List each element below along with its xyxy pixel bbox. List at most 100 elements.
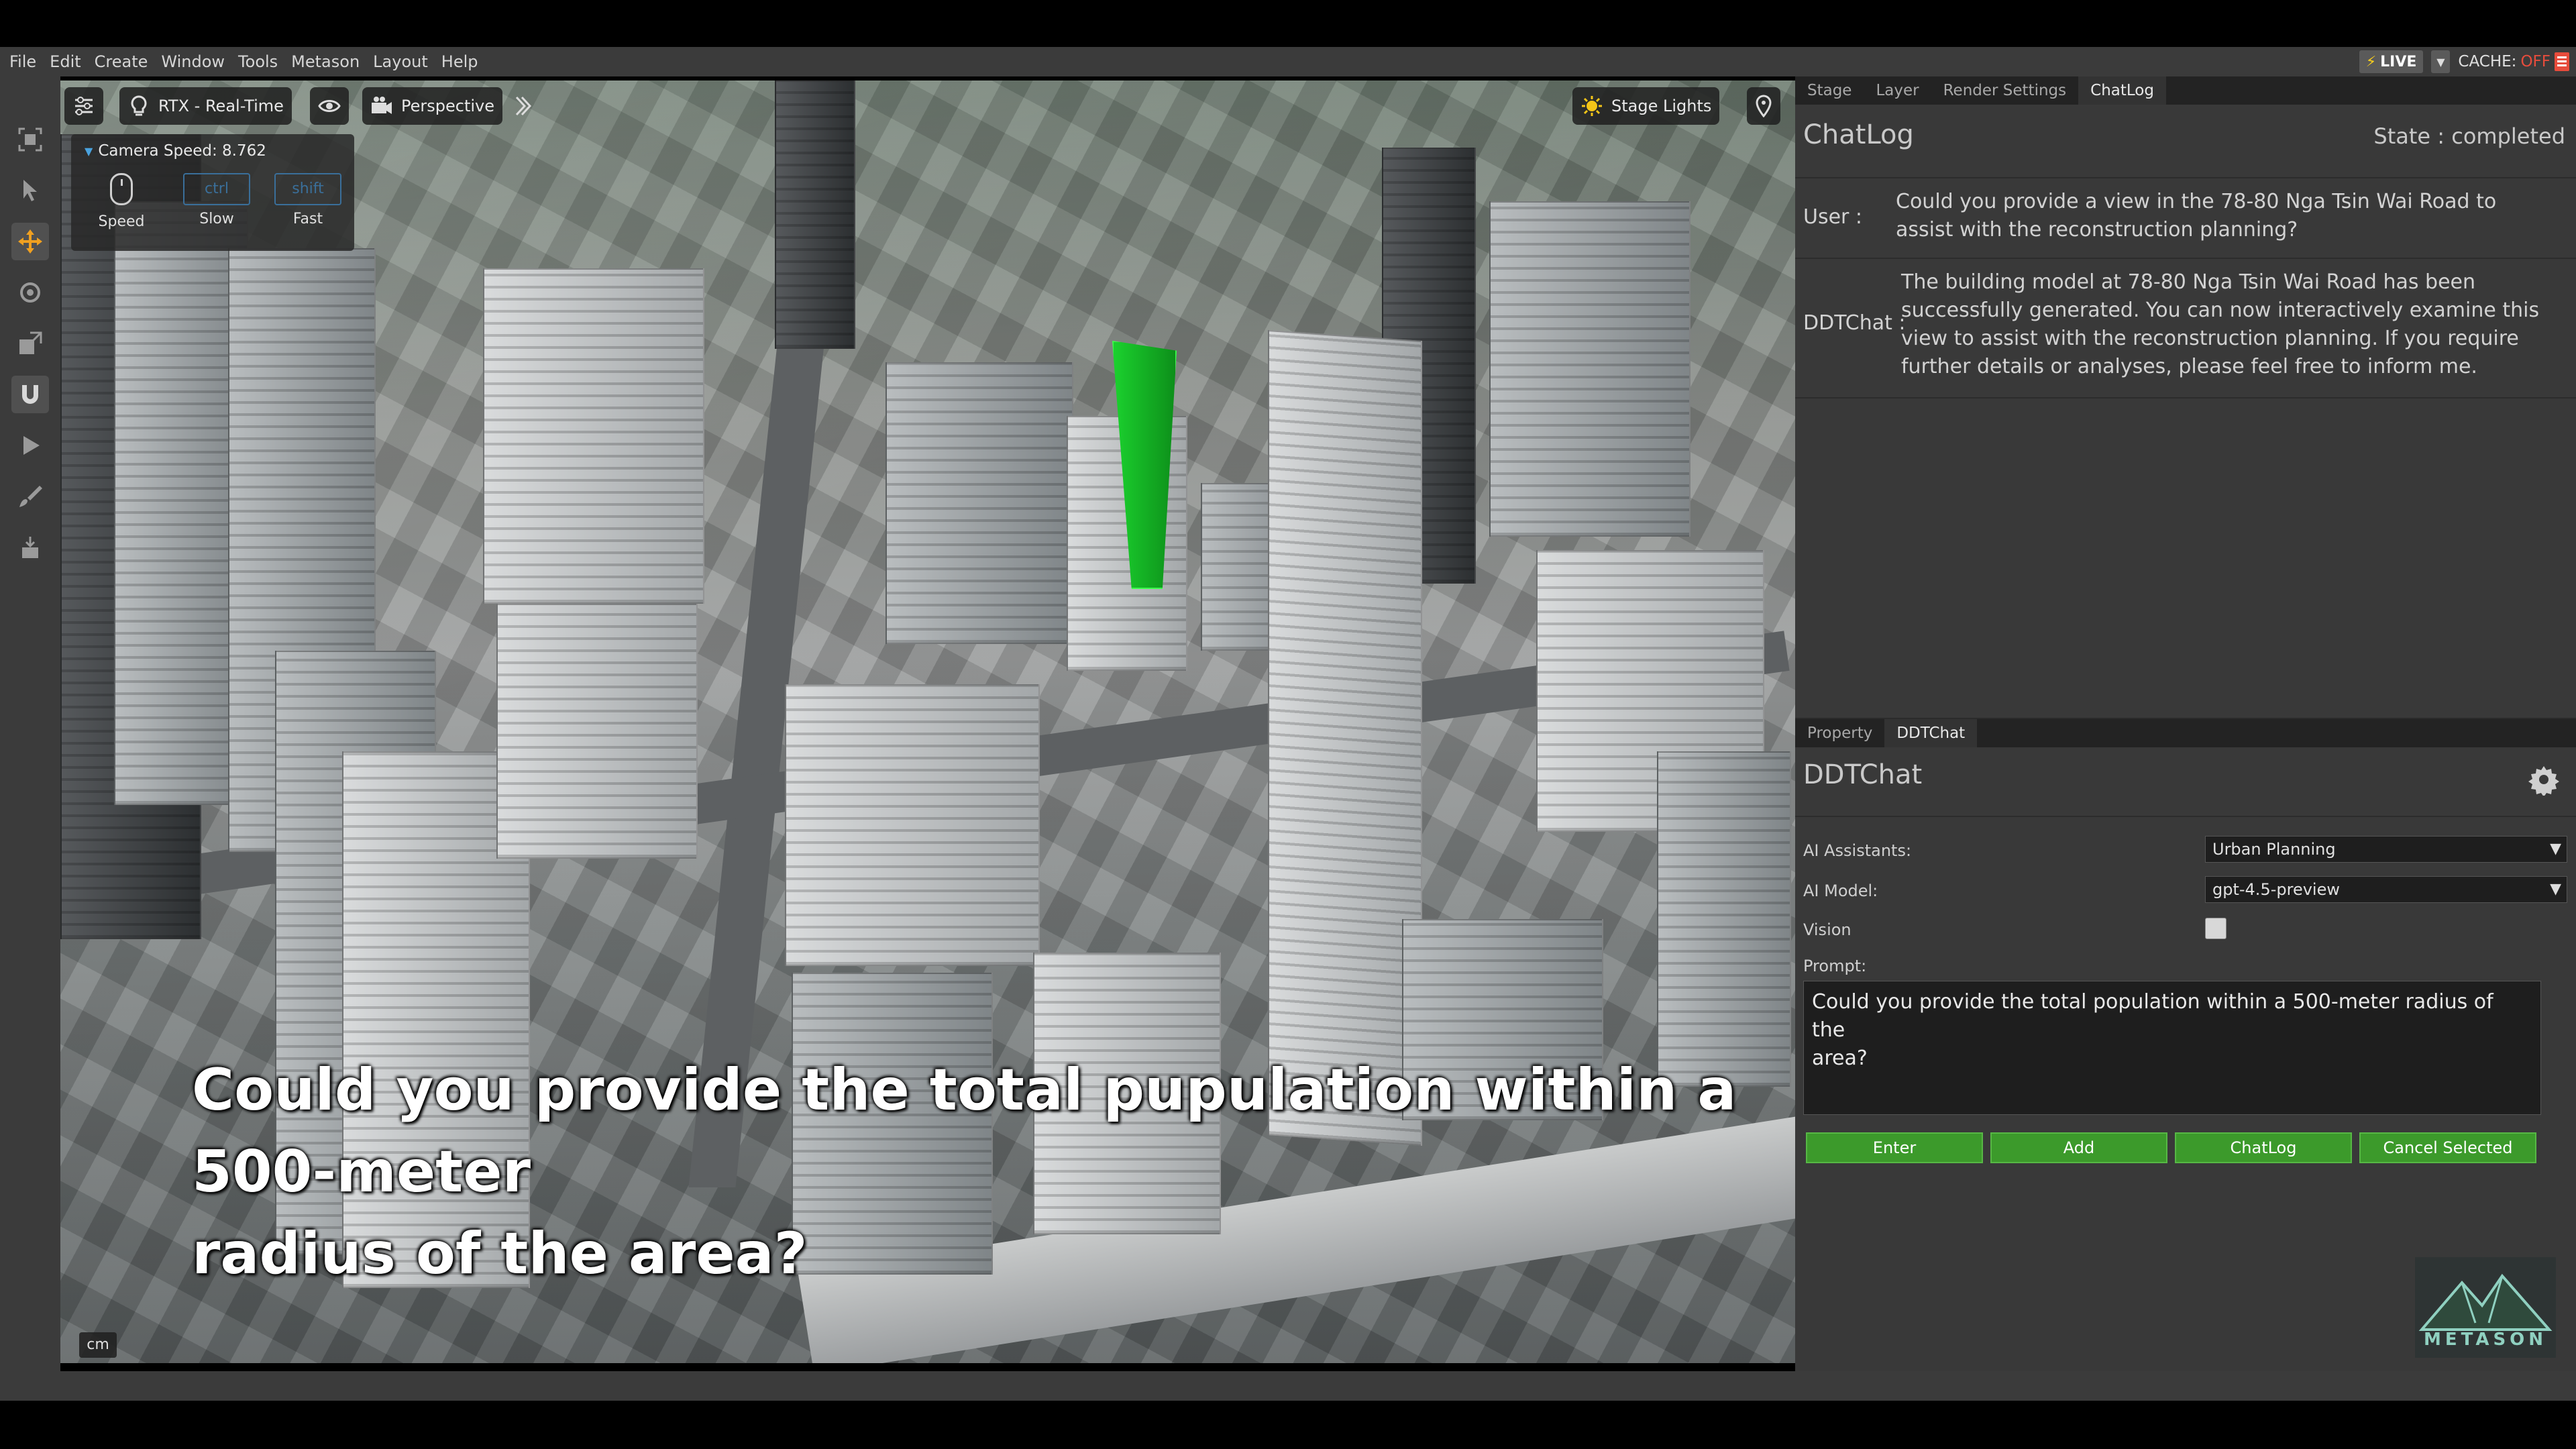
- play-icon[interactable]: [11, 427, 49, 464]
- right-panel: Stage Layer Render Settings ChatLog Chat…: [1795, 76, 2576, 1371]
- subtitle-line: Could you provide the total pupulation w…: [192, 1057, 1737, 1205]
- expand-toolbar-button[interactable]: [508, 87, 537, 125]
- menu-layout[interactable]: Layout: [366, 47, 435, 76]
- lightning-icon: ⚡: [2365, 53, 2377, 70]
- snap-magnet-icon[interactable]: [11, 376, 49, 413]
- collapse-triangle-icon: ▼: [85, 144, 93, 158]
- chat-text: The building model at 78-80 Nga Tsin Wai…: [1901, 268, 2539, 381]
- chat-role: User :: [1803, 205, 1863, 229]
- rotate-icon[interactable]: [11, 274, 49, 311]
- cache-status[interactable]: CACHE: OFF: [2458, 52, 2569, 71]
- cancel-selected-button[interactable]: Cancel Selected: [2359, 1132, 2536, 1163]
- ddtchat-panel: DDTChat AI Assistants: Urban Planning ▼ …: [1795, 747, 2576, 1371]
- slow-label: Slow: [199, 211, 234, 227]
- left-toolbar: [0, 76, 60, 1371]
- chat-text-line: assist with the reconstruction planning?: [1896, 218, 2298, 241]
- add-button[interactable]: Add: [1990, 1132, 2167, 1163]
- prompt-label: Prompt:: [1803, 957, 1867, 975]
- mountain-logo-icon: [2418, 1273, 2553, 1331]
- tab-ddtchat[interactable]: DDTChat: [1884, 719, 1978, 747]
- sun-icon: [1582, 96, 1602, 116]
- gear-icon[interactable]: [2528, 763, 2560, 796]
- frame-icon[interactable]: [11, 121, 49, 158]
- chatlog-button[interactable]: ChatLog: [2175, 1132, 2352, 1163]
- chat-message-assistant: DDTChat : The building model at 78-80 Ng…: [1795, 258, 2576, 398]
- cache-file-icon: [2555, 52, 2569, 71]
- live-label: LIVE: [2380, 53, 2417, 70]
- camera-speed-title[interactable]: ▼ Camera Speed: 8.762: [85, 142, 266, 160]
- menu-file[interactable]: File: [0, 47, 43, 76]
- prompt-text-line: area?: [1812, 1046, 1868, 1070]
- menu-bar: File Edit Create Window Tools Metason La…: [0, 47, 2576, 76]
- stage-lights-label: Stage Lights: [1611, 97, 1712, 115]
- chatlog-panel: ChatLog State : completed User : Could y…: [1795, 105, 2576, 718]
- chatlog-state: State : completed: [2373, 123, 2565, 149]
- move-icon[interactable]: [11, 223, 49, 260]
- cache-label: CACHE:: [2458, 53, 2517, 70]
- subtitle-line: radius of the area?: [192, 1220, 808, 1287]
- building: [785, 684, 1040, 966]
- fast-modifier[interactable]: shift Fast: [271, 173, 345, 227]
- ctrl-key: ctrl: [183, 173, 250, 205]
- chat-text-line: The building model at 78-80 Nga Tsin Wai…: [1901, 270, 2475, 294]
- visibility-toggle[interactable]: [310, 87, 349, 125]
- ai-model-label: AI Model:: [1803, 881, 1878, 900]
- menu-metason[interactable]: Metason: [284, 47, 366, 76]
- letterbox-top: [0, 0, 2576, 47]
- status-bar: [0, 1371, 2576, 1401]
- enter-button[interactable]: Enter: [1806, 1132, 1983, 1163]
- viewport-settings-toolbar: [64, 87, 103, 125]
- tab-stage[interactable]: Stage: [1795, 76, 1864, 105]
- chat-text-line: view to assist with the reconstruction p…: [1901, 327, 2519, 350]
- menu-tools[interactable]: Tools: [231, 47, 284, 76]
- tab-chatlog[interactable]: ChatLog: [2078, 76, 2166, 105]
- settings-sliders-icon[interactable]: [72, 95, 95, 117]
- paint-brush-icon[interactable]: [11, 478, 49, 515]
- live-dropdown-button[interactable]: ▼: [2431, 50, 2451, 73]
- shift-key: shift: [274, 173, 341, 205]
- renderer-selector[interactable]: RTX - Real-Time: [119, 87, 292, 125]
- menu-window[interactable]: Window: [154, 47, 231, 76]
- slow-modifier[interactable]: ctrl Slow: [180, 173, 254, 227]
- mouse-scroll-icon: [110, 173, 133, 205]
- bottom-tab-bar: Property DDTChat: [1795, 719, 2576, 747]
- chat-text-line: successfully generated. You can now inte…: [1901, 299, 2540, 322]
- prompt-textarea[interactable]: Could you provide the total population w…: [1803, 981, 2541, 1115]
- camera-icon: [372, 97, 392, 114]
- ddtchat-title: DDTChat: [1803, 759, 1923, 790]
- speed-control[interactable]: Speed: [85, 173, 158, 230]
- ai-assistants-select[interactable]: Urban Planning ▼: [2205, 836, 2567, 863]
- select-arrow-icon[interactable]: [11, 172, 49, 209]
- ai-model-value: gpt-4.5-preview: [2212, 880, 2340, 899]
- tab-layer[interactable]: Layer: [1864, 76, 1931, 105]
- menu-edit[interactable]: Edit: [43, 47, 87, 76]
- live-button[interactable]: ⚡ LIVE: [2359, 50, 2424, 73]
- building: [1489, 201, 1690, 537]
- stage-lights-selector[interactable]: Stage Lights: [1572, 87, 1720, 125]
- tower-building: [1268, 329, 1422, 1146]
- chat-role: DDTChat :: [1803, 311, 1906, 335]
- ai-assistants-label: AI Assistants:: [1803, 841, 1912, 860]
- chevron-down-icon: ▼: [2436, 55, 2445, 68]
- menu-bar-status: ⚡ LIVE ▼ CACHE: OFF: [2359, 47, 2576, 76]
- renderer-label: RTX - Real-Time: [158, 97, 284, 115]
- tab-render-settings[interactable]: Render Settings: [1931, 76, 2079, 105]
- vision-checkbox[interactable]: [2205, 918, 2226, 939]
- menu-create[interactable]: Create: [88, 47, 155, 76]
- camera-label: Perspective: [401, 97, 494, 115]
- tab-property[interactable]: Property: [1795, 719, 1884, 747]
- 3d-viewport[interactable]: RTX - Real-Time Perspective Stage Lights…: [60, 80, 1795, 1363]
- logo-text: METASON: [2423, 1330, 2548, 1350]
- building: [775, 80, 855, 349]
- building: [1657, 751, 1791, 1087]
- unit-badge: cm: [79, 1332, 117, 1358]
- camera-speed-value: Camera Speed: 8.762: [98, 142, 266, 160]
- top-tab-bar: Stage Layer Render Settings ChatLog: [1795, 76, 2576, 105]
- physics-icon[interactable]: [11, 529, 49, 566]
- location-button[interactable]: [1747, 87, 1780, 125]
- menu-help[interactable]: Help: [435, 47, 485, 76]
- scale-icon[interactable]: [11, 325, 49, 362]
- ai-model-select[interactable]: gpt-4.5-preview ▼: [2205, 876, 2567, 903]
- chevron-right-icon: [515, 96, 532, 116]
- camera-selector[interactable]: Perspective: [362, 87, 502, 125]
